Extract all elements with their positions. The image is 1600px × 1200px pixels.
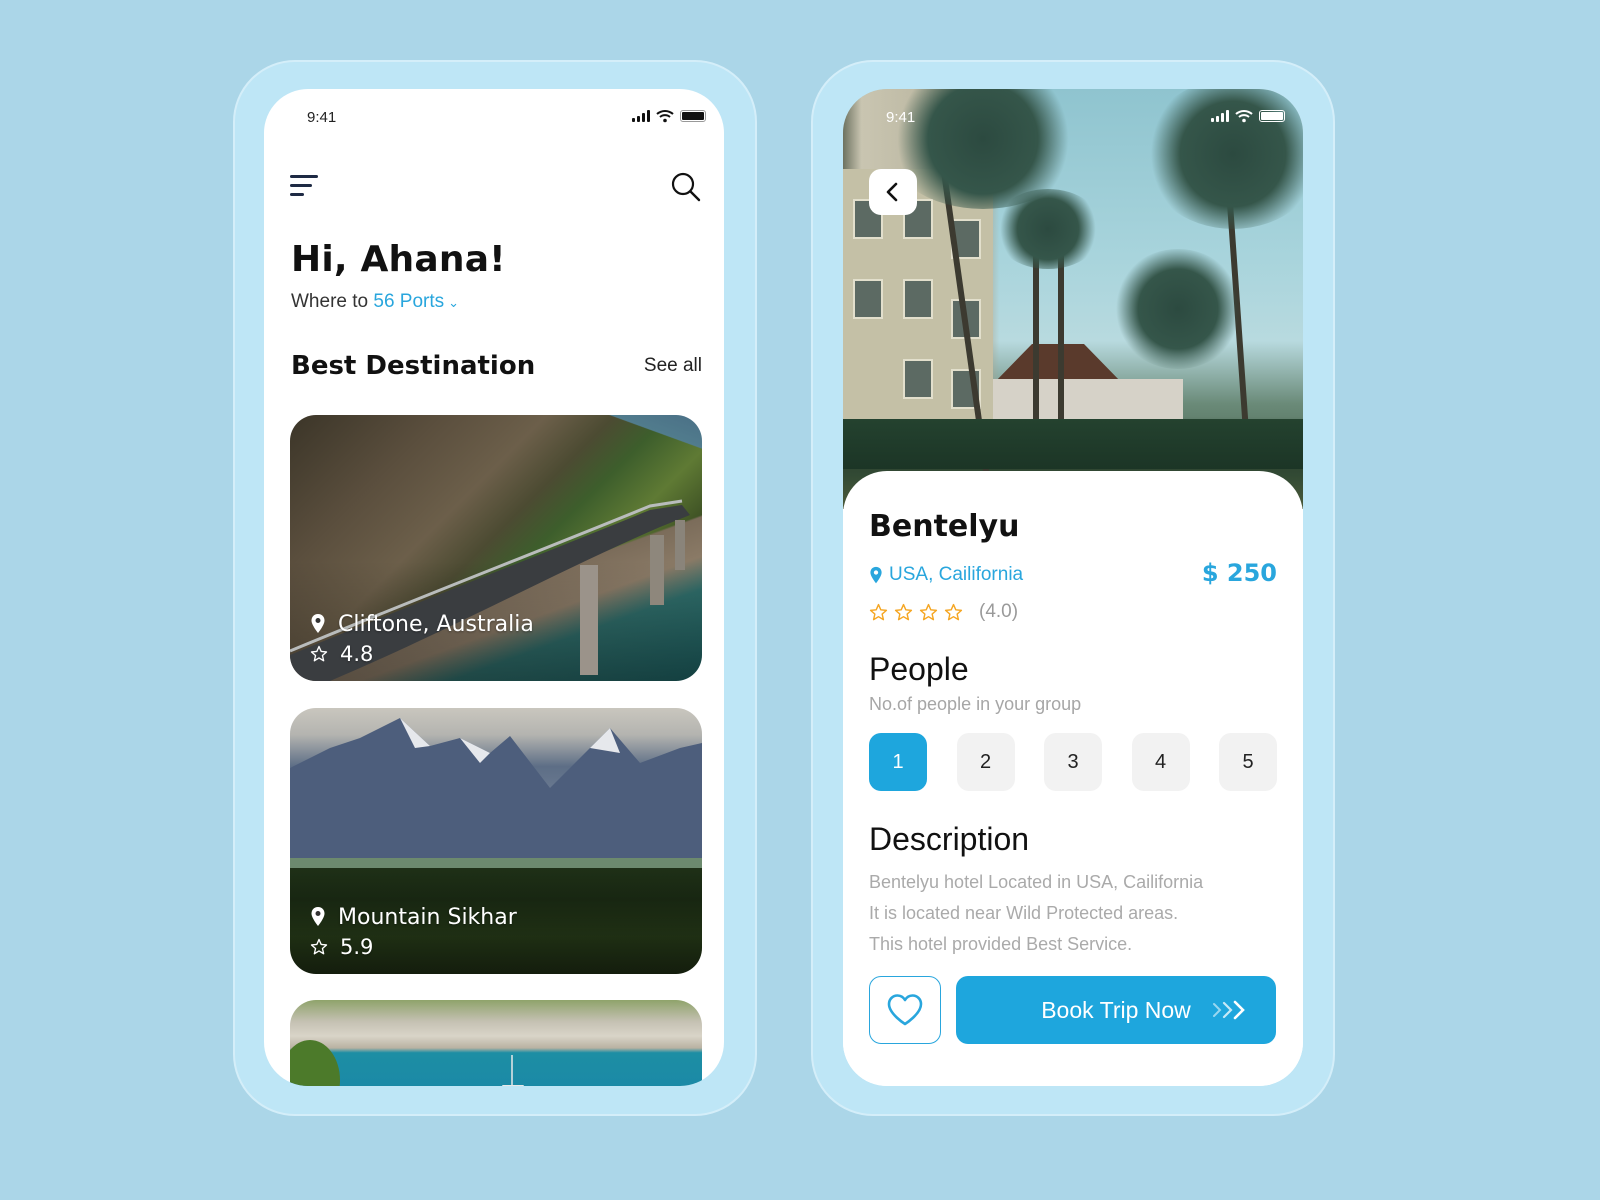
location-text: USA, Cailifornia — [889, 564, 1024, 585]
star-icon — [310, 938, 328, 955]
ports-dropdown[interactable]: 56 Ports ⌄ — [373, 291, 459, 312]
destination-subtitle: Where to 56 Ports ⌄ — [291, 291, 459, 313]
people-option-2[interactable]: 2 — [956, 733, 1015, 791]
people-option-5[interactable]: 5 — [1219, 733, 1277, 791]
status-time: 9:41 — [307, 109, 337, 126]
detail-sheet: Bentelyu USA, Cailifornia $ 250 (4.0) Pe… — [843, 471, 1303, 1086]
destination-rating: 5.9 — [340, 935, 374, 959]
destination-card[interactable]: Cliftone, Australia 4.8 — [290, 415, 702, 681]
destination-rating: 4.8 — [340, 642, 374, 666]
section-title: Best Destination — [291, 351, 536, 381]
see-all-link[interactable]: See all — [644, 355, 702, 377]
destination-name: Mountain Sikhar — [338, 904, 517, 930]
description-line: Bentelyu hotel Located in USA, Cailiforn… — [869, 872, 1204, 892]
hotel-hero-image — [843, 89, 1303, 509]
people-option-4[interactable]: 4 — [1131, 733, 1190, 791]
star-icon — [919, 603, 938, 620]
people-selector: 1 2 3 4 5 — [869, 733, 1277, 791]
description-title: Description — [869, 821, 1030, 857]
chevrons-right-icon — [1213, 1000, 1245, 1020]
battery-icon — [1259, 110, 1285, 122]
menu-button[interactable] — [290, 175, 320, 199]
description-line: This hotel provided Best Service. — [869, 934, 1133, 954]
ports-label: 56 Ports — [373, 291, 445, 312]
greeting-title: Hi, Ahana! — [291, 239, 506, 280]
location-pin-icon — [311, 907, 325, 926]
people-subtitle: No.of people in your group — [869, 694, 1082, 714]
wifi-icon — [656, 110, 674, 123]
people-title: People — [869, 651, 969, 687]
signal-icon — [1211, 110, 1229, 122]
battery-icon — [680, 110, 706, 122]
description-text: Bentelyu hotel Located in USA, Cailiforn… — [869, 867, 1279, 960]
star-icon — [894, 603, 913, 620]
hotel-name: Bentelyu — [869, 509, 1020, 544]
hotel-location[interactable]: USA, Cailifornia — [869, 564, 1023, 586]
status-bar: 9:41 — [264, 89, 724, 149]
wifi-icon — [1235, 110, 1253, 123]
menu-icon — [290, 175, 318, 178]
destination-name: Cliftone, Australia — [338, 611, 534, 637]
star-rating: (4.0) — [869, 601, 1018, 623]
subtitle-prefix: Where to — [291, 291, 369, 312]
search-button[interactable] — [670, 171, 702, 203]
book-trip-label: Book Trip Now — [1041, 996, 1191, 1023]
chevron-left-icon — [886, 182, 898, 202]
back-button[interactable] — [869, 169, 917, 215]
bay-image — [290, 1040, 524, 1086]
status-time: 9:41 — [886, 109, 916, 126]
favorite-button[interactable] — [869, 976, 941, 1044]
location-pin-icon — [311, 614, 325, 633]
status-bar: 9:41 — [843, 89, 1303, 149]
destination-card[interactable] — [290, 1000, 702, 1086]
signal-icon — [632, 110, 650, 122]
chevron-down-icon: ⌄ — [448, 295, 460, 310]
location-pin-icon — [870, 566, 882, 583]
heart-icon — [887, 994, 923, 1026]
people-option-1[interactable]: 1 — [869, 733, 927, 791]
book-trip-button[interactable]: Book Trip Now — [956, 976, 1276, 1044]
star-icon — [869, 603, 888, 620]
star-icon — [310, 645, 328, 662]
star-icon — [944, 603, 963, 620]
detail-screen: 9:41 Bentelyu USA, Cailifornia $ 250 (4.… — [843, 89, 1303, 1086]
description-line: It is located near Wild Protected areas. — [869, 903, 1179, 923]
rating-value: (4.0) — [979, 601, 1019, 622]
destination-card[interactable]: Mountain Sikhar 5.9 — [290, 708, 702, 974]
people-option-3[interactable]: 3 — [1044, 733, 1102, 791]
hotel-price: $ 250 — [1201, 559, 1277, 587]
home-screen: 9:41 Hi, Ahana! Where to 56 Ports ⌄ Best… — [264, 89, 724, 1086]
search-icon — [671, 172, 701, 202]
